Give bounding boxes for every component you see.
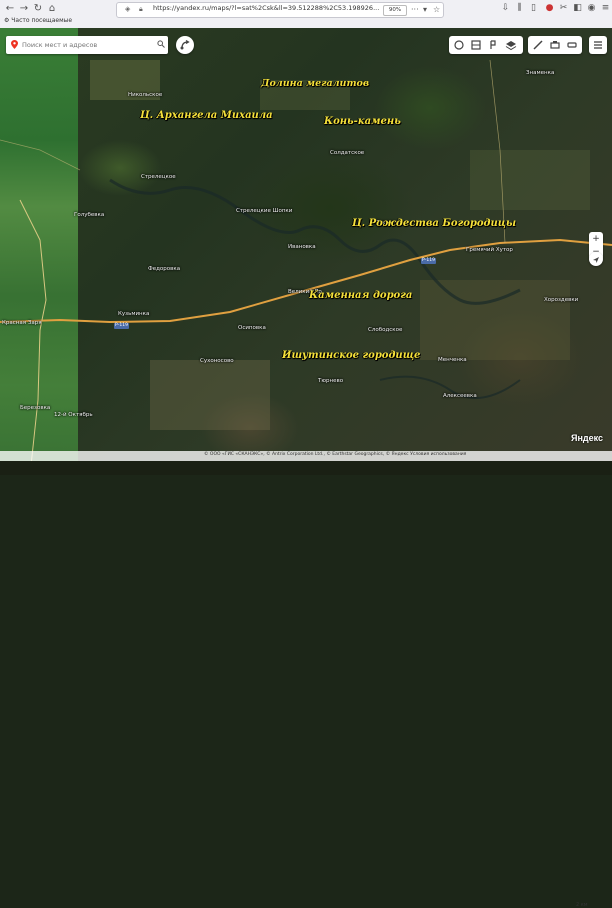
print-icon[interactable]: [549, 39, 561, 51]
scale-label: 2 км: [576, 902, 588, 908]
minor-road: [489, 59, 506, 244]
map-pin-icon: [11, 40, 18, 49]
place-label[interactable]: Знаменка: [526, 70, 554, 76]
place-label[interactable]: Хороздевки: [544, 297, 578, 303]
annotation-label: Ц. Архангела Михаила: [140, 110, 273, 121]
place-label[interactable]: Осиповка: [238, 325, 266, 331]
place-label[interactable]: Голубевка: [74, 212, 104, 218]
place-label[interactable]: Федоровка: [148, 266, 180, 272]
place-label[interactable]: Красная Заря: [2, 320, 42, 326]
menu-icon: [594, 41, 602, 49]
map-layers-toolbar: [449, 36, 523, 54]
minor-road: [19, 199, 47, 475]
place-label[interactable]: Тюрнево: [318, 378, 343, 384]
map-tools-toolbar: [528, 36, 582, 54]
search-input[interactable]: [22, 38, 152, 52]
map-menu-button[interactable]: [589, 36, 607, 54]
place-label[interactable]: Солдатское: [330, 150, 364, 156]
yandex-logo: Яндекс: [571, 433, 604, 443]
minor-road: [0, 139, 81, 171]
river: [109, 178, 521, 305]
search-box[interactable]: [6, 36, 168, 54]
attribution-text[interactable]: © ООО «ГИС «СКАНЭКС», © Antrix Corporati…: [204, 452, 466, 457]
place-label[interactable]: Слободское: [368, 327, 402, 333]
place-label[interactable]: Ивановка: [288, 244, 316, 250]
layers-icon[interactable]: [505, 39, 517, 51]
transport-icon[interactable]: [487, 39, 499, 51]
traffic-icon[interactable]: [453, 39, 465, 51]
panorama-icon[interactable]: [470, 39, 482, 51]
annotation-label: Каменная дорога: [309, 290, 413, 301]
search-icon[interactable]: [157, 40, 165, 48]
zoom-in-icon[interactable]: +: [589, 234, 603, 244]
place-label[interactable]: Гремячий Хутор: [466, 247, 513, 253]
annotation-label: Ц. Рождества Богородицы: [352, 218, 516, 229]
annotation-label: Долина мегалитов: [261, 78, 370, 89]
place-label[interactable]: Алексеевка: [443, 393, 477, 399]
road-number-badge: Р-119: [421, 258, 436, 264]
place-label[interactable]: Никольское: [128, 92, 162, 98]
bottom-strip: [0, 461, 612, 475]
locate-arrow-icon: [593, 257, 599, 263]
route-button[interactable]: [176, 36, 194, 54]
place-label[interactable]: Стрелецкие Шопки: [236, 208, 292, 214]
map-overlay-roads: [0, 59, 612, 475]
attribution-bar: © ООО «ГИС «СКАНЭКС», © Antrix Corporati…: [0, 451, 612, 908]
road-number-badge: Р-119: [114, 323, 129, 329]
place-label[interactable]: Кузьминка: [118, 311, 149, 317]
place-label[interactable]: Стрелецкое: [141, 174, 176, 180]
fullscreen-icon[interactable]: [566, 39, 578, 51]
place-label[interactable]: Сухоносово: [200, 358, 234, 364]
place-label[interactable]: Березовка: [20, 405, 50, 411]
place-label[interactable]: Менченка: [438, 357, 467, 363]
annotation-label: Ишутинское городище: [282, 350, 421, 361]
main-road: [0, 238, 612, 324]
annotation-label: Конь-камень: [324, 116, 401, 127]
place-label[interactable]: 12-й Октябрь: [54, 412, 93, 418]
ruler-icon[interactable]: [532, 39, 544, 51]
locate-button[interactable]: [589, 252, 603, 266]
route-icon: [180, 39, 190, 50]
